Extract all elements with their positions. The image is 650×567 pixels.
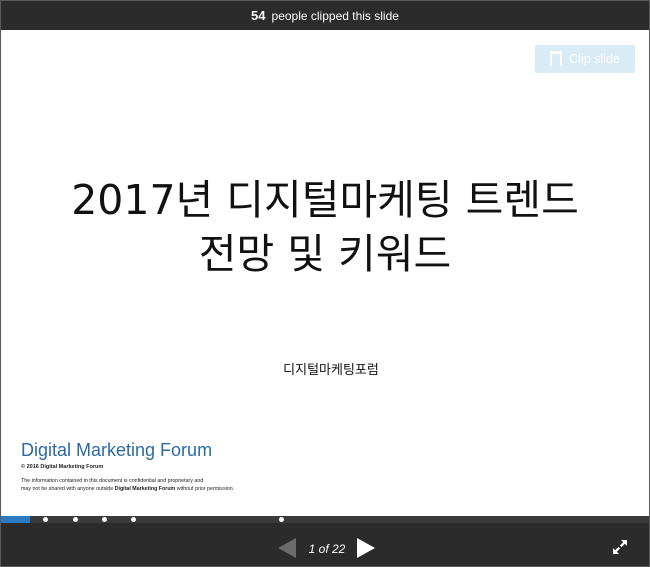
- page-indicator: 1 of 22: [308, 542, 346, 556]
- slideshow-viewer: 54 people clipped this slide Clip slide …: [0, 0, 650, 567]
- progress-marker[interactable]: [131, 517, 136, 522]
- clip-count: 54: [251, 8, 266, 23]
- progress-marker[interactable]: [43, 517, 48, 522]
- disclaimer-line-2-bold: Digital Marketing Forum: [114, 486, 176, 492]
- clip-slide-label: Clip slide: [569, 52, 620, 66]
- prev-arrow-icon[interactable]: [278, 538, 296, 558]
- clip-count-text: people clipped this slide: [271, 8, 399, 23]
- slide-subtitle: 디지털마케팅포럼: [283, 363, 379, 378]
- progress-bar[interactable]: [1, 516, 649, 523]
- slide-title: 2017년 디지털마케팅 트렌드 전망 및 키워드: [1, 173, 649, 281]
- progress-fill: [1, 516, 30, 523]
- slide-title-line-2: 전망 및 키워드: [198, 230, 452, 278]
- progress-marker[interactable]: [279, 517, 284, 522]
- disclaimer-line-2-start: may not be shared with anyone outside: [21, 486, 115, 492]
- fullscreen-icon[interactable]: [611, 538, 629, 556]
- clipboard-icon: [550, 51, 563, 67]
- disclaimer-line-2: may not be shared with anyone outside Di…: [21, 485, 281, 493]
- clip-slide-button[interactable]: Clip slide: [535, 45, 635, 73]
- brand-name: Digital Marketing Forum: [21, 440, 213, 460]
- progress-marker[interactable]: [102, 517, 107, 522]
- clip-count-bar: 54 people clipped this slide: [1, 1, 649, 30]
- slide-area: Clip slide 2017년 디지털마케팅 트렌드 전망 및 키워드 디지털…: [1, 30, 649, 516]
- disclaimer-line-1: The information contained in this docume…: [21, 478, 204, 484]
- navigation-bar: 1 of 22: [1, 523, 649, 566]
- disclaimer-line-2-end: without prior permission.: [175, 486, 235, 492]
- progress-marker[interactable]: [73, 517, 78, 522]
- disclaimer-text: The information contained in this docume…: [21, 477, 281, 493]
- copyright-text: © 2016 Digital Marketing Forum: [21, 464, 104, 470]
- next-arrow-icon[interactable]: [357, 538, 375, 558]
- slide-title-line-1: 2017년 디지털마케팅 트렌드: [71, 176, 579, 224]
